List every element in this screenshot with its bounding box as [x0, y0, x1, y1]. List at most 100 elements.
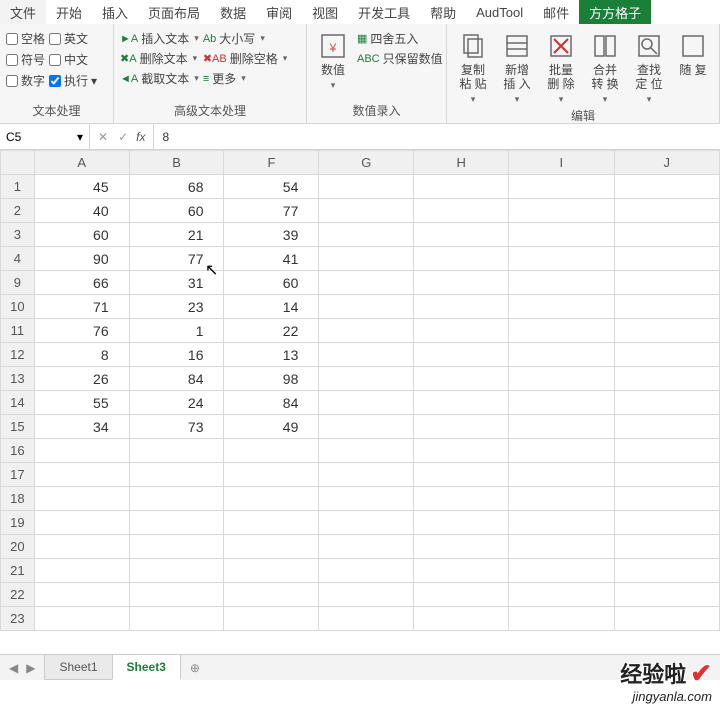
cell[interactable]	[414, 367, 509, 391]
cell[interactable]	[614, 535, 719, 559]
row-header[interactable]: 18	[1, 487, 35, 511]
cell[interactable]: 41	[224, 247, 319, 271]
cell[interactable]: 13	[224, 343, 319, 367]
cell[interactable]	[319, 439, 414, 463]
cell[interactable]	[414, 271, 509, 295]
row-header[interactable]: 23	[1, 607, 35, 631]
cell[interactable]: 31	[129, 271, 224, 295]
name-box[interactable]: C5 ▾	[0, 124, 90, 149]
cell[interactable]	[509, 223, 614, 247]
cell[interactable]: 68	[129, 175, 224, 199]
cell[interactable]: 76	[34, 319, 129, 343]
cmd-case[interactable]: Ab大小写▾	[203, 30, 287, 47]
col-header-H[interactable]: H	[414, 151, 509, 175]
cell[interactable]	[319, 559, 414, 583]
cell[interactable]	[614, 559, 719, 583]
cell[interactable]: 34	[34, 415, 129, 439]
tab-home[interactable]: 开始	[46, 0, 92, 24]
row-header[interactable]: 14	[1, 391, 35, 415]
cell[interactable]	[509, 559, 614, 583]
select-all-corner[interactable]	[1, 151, 35, 175]
cell[interactable]	[414, 343, 509, 367]
cell[interactable]	[614, 367, 719, 391]
cell[interactable]: 22	[224, 319, 319, 343]
cell[interactable]	[509, 271, 614, 295]
name-box-dropdown-icon[interactable]: ▾	[77, 130, 83, 144]
cmd-round[interactable]: ▦四舍五入	[357, 30, 443, 47]
cmd-more[interactable]: ≡更多▾	[203, 70, 287, 87]
cell[interactable]	[509, 607, 614, 631]
cell[interactable]	[614, 415, 719, 439]
cmd-insert-text[interactable]: ►A插入文本▾	[120, 30, 199, 47]
tab-fangfang[interactable]: 方方格子	[579, 0, 651, 24]
chk-space[interactable]: 空格	[6, 30, 45, 47]
cell[interactable]	[509, 463, 614, 487]
cell[interactable]	[224, 463, 319, 487]
cell[interactable]	[414, 247, 509, 271]
cell[interactable]: 16	[129, 343, 224, 367]
cell[interactable]	[319, 535, 414, 559]
cell[interactable]	[509, 583, 614, 607]
cell[interactable]	[509, 319, 614, 343]
cell[interactable]	[614, 295, 719, 319]
cell[interactable]	[34, 439, 129, 463]
btn-merge-convert[interactable]: 合并转 换▾	[585, 28, 625, 105]
col-header-A[interactable]: A	[34, 151, 129, 175]
btn-new-insert[interactable]: 新增插 入▾	[497, 28, 537, 105]
cell[interactable]: 60	[224, 271, 319, 295]
tab-help[interactable]: 帮助	[420, 0, 466, 24]
cell[interactable]: 77	[129, 247, 224, 271]
cell[interactable]: 26	[34, 367, 129, 391]
cell[interactable]	[129, 439, 224, 463]
cell[interactable]	[614, 343, 719, 367]
cell[interactable]	[614, 511, 719, 535]
cell[interactable]	[509, 511, 614, 535]
cell[interactable]: 54	[224, 175, 319, 199]
cell[interactable]	[614, 583, 719, 607]
fx-icon[interactable]: fx	[136, 124, 154, 149]
btn-random[interactable]: 随 复	[673, 28, 713, 105]
btn-copy-paste[interactable]: 复制粘 贴▾	[453, 28, 493, 105]
cell[interactable]: 71	[34, 295, 129, 319]
row-header[interactable]: 2	[1, 199, 35, 223]
cell[interactable]	[129, 607, 224, 631]
cell[interactable]	[34, 607, 129, 631]
enter-icon[interactable]: ✓	[118, 130, 128, 144]
chk-symbol[interactable]: 符号	[6, 51, 45, 68]
cell[interactable]: 14	[224, 295, 319, 319]
row-header[interactable]: 21	[1, 559, 35, 583]
col-header-F[interactable]: F	[224, 151, 319, 175]
cell[interactable]: 40	[34, 199, 129, 223]
cell[interactable]	[129, 535, 224, 559]
cell[interactable]: 77	[224, 199, 319, 223]
cell[interactable]: 84	[129, 367, 224, 391]
cell[interactable]: 8	[34, 343, 129, 367]
col-header-B[interactable]: B	[129, 151, 224, 175]
cell[interactable]: 98	[224, 367, 319, 391]
cell[interactable]	[319, 175, 414, 199]
cell[interactable]	[414, 295, 509, 319]
cell[interactable]	[614, 175, 719, 199]
cell[interactable]	[614, 487, 719, 511]
sheet-nav-prev-icon[interactable]: ◀	[6, 659, 21, 677]
cell[interactable]	[34, 463, 129, 487]
cell[interactable]: 60	[34, 223, 129, 247]
row-header[interactable]: 4	[1, 247, 35, 271]
tab-file[interactable]: 文件	[0, 0, 46, 24]
cell[interactable]	[319, 295, 414, 319]
cell[interactable]: 1	[129, 319, 224, 343]
cell[interactable]: 24	[129, 391, 224, 415]
tab-dev[interactable]: 开发工具	[348, 0, 420, 24]
cell[interactable]	[319, 391, 414, 415]
sheet-nav-next-icon[interactable]: ▶	[23, 659, 38, 677]
cell[interactable]: 45	[34, 175, 129, 199]
cell[interactable]	[319, 343, 414, 367]
tab-insert[interactable]: 插入	[92, 0, 138, 24]
cell[interactable]	[319, 247, 414, 271]
cell[interactable]	[319, 583, 414, 607]
cell[interactable]	[414, 559, 509, 583]
cell[interactable]: 90	[34, 247, 129, 271]
tab-data[interactable]: 数据	[210, 0, 256, 24]
cmd-del-space[interactable]: ✖AB删除空格▾	[203, 50, 287, 67]
cell[interactable]	[414, 391, 509, 415]
